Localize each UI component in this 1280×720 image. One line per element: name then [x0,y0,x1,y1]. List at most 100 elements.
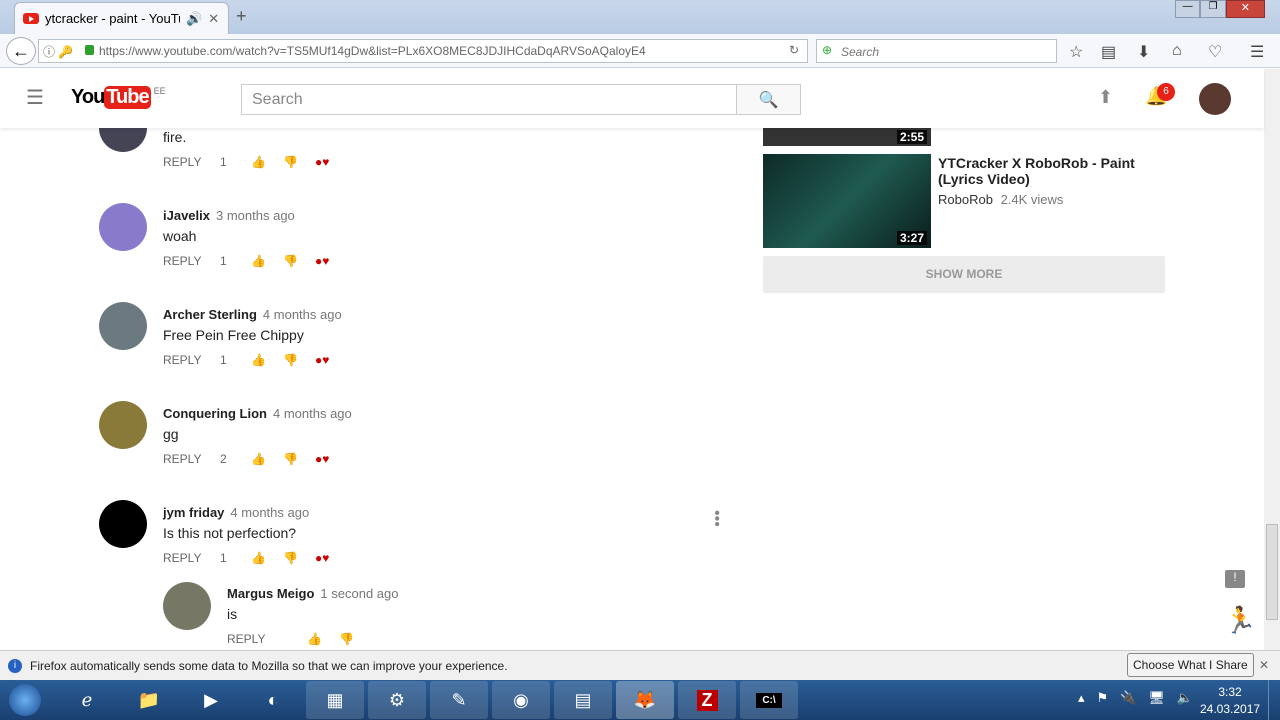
file-explorer-icon[interactable]: 📁 [120,681,178,719]
comment-time[interactable]: 4 months ago [263,307,342,322]
comment-avatar[interactable] [99,203,147,251]
thumbs-up-icon[interactable]: 👍 [251,353,283,367]
reply-avatar[interactable] [163,582,211,630]
creator-heart-icon[interactable]: ●♥ [315,353,329,367]
thumbs-up-icon[interactable]: 👍 [251,155,283,169]
show-hidden-icons[interactable]: ▴ [1078,690,1085,706]
comment-author[interactable]: jym friday [163,505,224,520]
feedback-icon[interactable]: ! [1225,570,1245,588]
menu-icon[interactable]: ☰ [1250,42,1264,62]
start-button[interactable] [0,680,50,720]
show-desktop-button[interactable] [1268,680,1280,720]
tab-bar: ytcracker - paint - YouTube 🔊 ✕ + — ❐ ✕ [0,0,1280,34]
back-button[interactable]: ← [6,37,36,65]
app-icon[interactable]: ◐ [244,681,302,719]
comment-author[interactable]: iJavelix [163,208,210,223]
choose-what-i-share-button[interactable]: Choose What I Share [1127,653,1254,677]
download-icon[interactable]: ⬇ [1137,42,1150,62]
thumbs-down-icon[interactable]: 👎 [339,632,371,646]
comment-avatar[interactable] [99,302,147,350]
firefox-icon[interactable]: 🦊 [616,681,674,719]
comment-avatar[interactable] [99,500,147,548]
reading-list-icon[interactable]: ▤ [1101,42,1116,62]
comment-avatar[interactable] [99,401,147,449]
speaker-icon[interactable]: 🔊 [186,11,202,27]
thumbs-up-icon[interactable]: 👍 [307,632,339,646]
pocket-icon[interactable]: ♡ [1208,42,1222,62]
video-thumbnail[interactable]: 3:27 [763,154,931,248]
thumbs-up-icon[interactable]: 👍 [251,254,283,268]
browser-search-input[interactable]: ⊕ Search [816,39,1057,63]
restore-button[interactable]: ❐ [1200,0,1226,18]
bookmark-star-icon[interactable]: ☆ [1069,42,1083,62]
scrollbar-thumb[interactable] [1266,524,1278,620]
editor-icon[interactable]: ✎ [430,681,488,719]
youtube-search-input[interactable]: Search [241,84,737,115]
comment-author[interactable]: Archer Sterling [163,307,257,322]
account-avatar[interactable] [1199,83,1231,115]
reply-actions: REPLY 👍 👎 [227,632,371,646]
thumbs-up-icon[interactable]: 👍 [251,452,283,466]
new-tab-button[interactable]: + [236,6,247,27]
show-more-button[interactable]: SHOW MORE [763,256,1165,293]
thumbs-up-icon[interactable]: 👍 [251,551,283,565]
guide-menu-icon[interactable]: ☰ [26,85,44,110]
url-bar[interactable]: ⓘ 🔑 https://www.youtube.com/watch?v=TS5M… [38,39,808,63]
close-window-button[interactable]: ✕ [1225,0,1265,18]
power-icon[interactable]: 🔌 [1120,690,1136,706]
settings-icon[interactable]: ⚙ [368,681,426,719]
video-duration: 3:27 [896,231,927,245]
close-tab-icon[interactable]: ✕ [208,11,219,27]
network-icon[interactable]: 🖥 [1148,690,1165,706]
scrollbar[interactable] [1264,69,1280,650]
minimize-button[interactable]: — [1175,0,1201,18]
comment-time[interactable]: 3 months ago [216,208,295,223]
close-notification-icon[interactable]: ✕ [1259,658,1269,672]
creator-heart-icon[interactable]: ●♥ [315,254,329,268]
clock[interactable]: 3:32 24.03.2017 [1200,685,1260,716]
reply-button[interactable]: REPLY [163,551,220,565]
thumbs-down-icon[interactable]: 👎 [283,155,315,169]
reply-button[interactable]: REPLY [163,353,220,367]
reply-header: Margus Meigo 1 second ago [227,586,398,601]
creator-heart-icon[interactable]: ●♥ [315,452,329,466]
thumbs-down-icon[interactable]: 👎 [283,353,315,367]
comment-text: woah [163,228,197,244]
command-prompt-icon[interactable]: C:\ [740,681,798,719]
volume-icon[interactable]: 🔈 [1177,690,1193,706]
video-channel[interactable]: RoboRob [938,192,993,207]
reply-button[interactable]: REPLY [163,254,220,268]
spreadsheet-icon[interactable]: ▤ [554,681,612,719]
action-center-icon[interactable]: ⚑ [1097,690,1109,706]
creator-heart-icon[interactable]: ●♥ [315,551,329,565]
task-manager-icon[interactable]: ▦ [306,681,364,719]
upload-icon[interactable]: ⬆ [1098,87,1113,108]
comment-time[interactable]: 4 months ago [273,406,352,421]
filezilla-icon[interactable]: Z [678,681,736,719]
taskbar: ℯ 📁 ▶ ◐ ▦ ⚙ ✎ ◉ ▤ 🦊 Z C:\ ▴ ⚑ 🔌 🖥 🔈 3:32… [0,680,1280,720]
internet-explorer-icon[interactable]: ℯ [58,681,116,719]
exit-icon[interactable]: 🏃 [1224,605,1256,636]
search-button[interactable]: 🔍 [736,84,801,115]
video-title[interactable]: YTCracker X RoboRob - Paint (Lyrics Vide… [938,155,1158,187]
reply-button[interactable]: REPLY [163,155,220,169]
comment-header: jym friday 4 months ago [163,505,309,520]
info-icon[interactable]: ⓘ 🔑 [43,43,73,60]
browser-tab[interactable]: ytcracker - paint - YouTube 🔊 ✕ [14,2,229,34]
reply-time[interactable]: 1 second ago [320,586,398,601]
reload-icon[interactable]: ↻ [789,43,799,57]
comment-author[interactable]: Conquering Lion [163,406,267,421]
youtube-logo[interactable]: You Tube EE [71,86,166,109]
media-player-icon[interactable]: ▶ [182,681,240,719]
thumbs-down-icon[interactable]: 👎 [283,551,315,565]
network-app-icon[interactable]: ◉ [492,681,550,719]
home-icon[interactable]: ⌂ [1172,42,1182,60]
reply-button[interactable]: REPLY [163,452,220,466]
thumbs-down-icon[interactable]: 👎 [283,452,315,466]
reply-author[interactable]: Margus Meigo [227,586,314,601]
thumbs-down-icon[interactable]: 👎 [283,254,315,268]
reply-button[interactable]: REPLY [227,632,307,646]
comment-time[interactable]: 4 months ago [230,505,309,520]
creator-heart-icon[interactable]: ●♥ [315,155,329,169]
more-actions-icon[interactable]: ••• [708,510,725,527]
